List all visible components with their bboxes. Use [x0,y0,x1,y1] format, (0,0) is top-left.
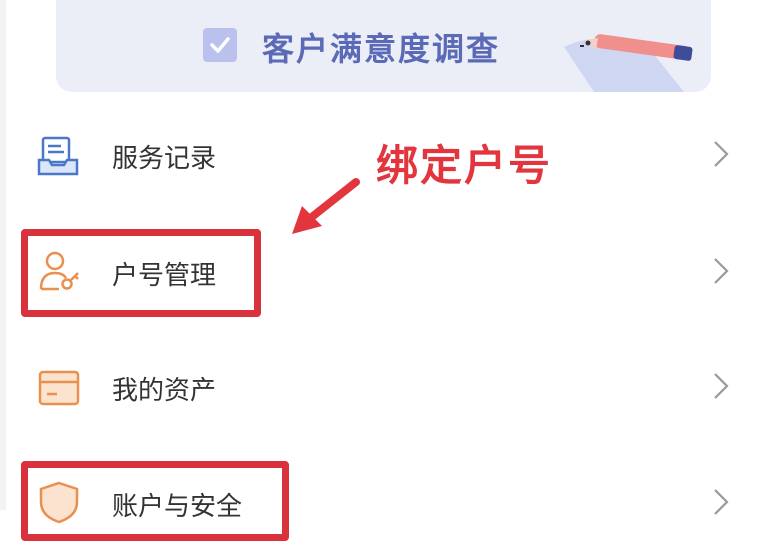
document-tray-icon [37,136,79,176]
chevron-right-icon [714,373,729,399]
chevron-right-icon [714,258,729,284]
annotation-label: 绑定户号 [376,141,553,190]
highlight-box-account-number [21,229,261,317]
menu-item-my-assets[interactable]: 我的资产 [0,330,768,440]
chevron-right-icon [714,489,729,515]
chevron-right-icon [714,141,729,167]
banner-title: 客户满意度调查 [262,30,501,68]
menu-item-label: 我的资产 [112,376,217,406]
annotation-arrow-icon [292,178,360,234]
highlight-box-account-security [21,461,289,541]
checkbox-icon [203,28,237,62]
card-icon [38,370,80,406]
hand-pen-icon [564,34,693,92]
satisfaction-survey-banner[interactable]: 客户满意度调查 [56,0,711,92]
menu-item-label: 服务记录 [112,144,217,174]
